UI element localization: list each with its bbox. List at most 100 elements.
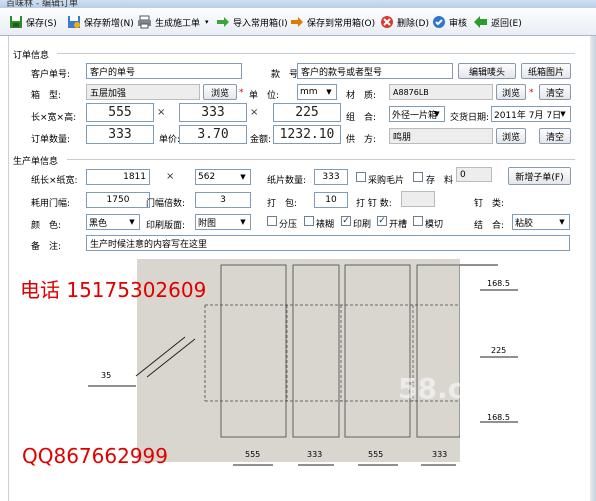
order-qty-input[interactable]: 333 <box>86 125 154 144</box>
supplier-browse-button[interactable]: 浏览 <box>496 128 526 144</box>
supplier-label: 供 方: <box>346 135 377 145</box>
glue-flap-dimension: 35 <box>101 371 112 380</box>
pack-label: 打 包: <box>267 199 298 209</box>
stock-label: 存 料 <box>426 176 454 186</box>
chevron-down-icon: ▼ <box>326 88 332 96</box>
delete-button[interactable]: 删除(D) <box>379 12 429 32</box>
chevron-down-icon: ▼ <box>240 173 246 181</box>
window-right-edge <box>590 36 596 501</box>
back-button[interactable]: 返回(E) <box>473 12 522 32</box>
new-sub-order-button[interactable]: 新增子单(F) <box>508 167 571 185</box>
material-clear-button[interactable]: 清空 <box>539 84 571 100</box>
stock-input[interactable]: 0 <box>456 167 492 182</box>
width-input[interactable]: 333 <box>179 103 247 122</box>
box-type-input[interactable]: 五层加强 <box>86 84 200 100</box>
edit-shipping-mark-button[interactable]: 编辑唛头 <box>458 63 516 79</box>
paper-length-input[interactable]: 1811 <box>86 169 150 185</box>
slotting-label: 开槽 <box>389 220 408 230</box>
height-input[interactable]: 225 <box>273 103 341 122</box>
combination-select[interactable]: 外径一片箱 ▼ <box>389 106 445 122</box>
delete-icon <box>379 15 394 30</box>
unit-price-label: 单价: <box>159 135 181 145</box>
production-section-title: 生产单信息 <box>13 157 59 167</box>
save-icon <box>8 15 23 30</box>
panel-dimension-2: 333 <box>307 450 323 459</box>
box-type-browse-button[interactable]: 浏览 <box>203 84 237 100</box>
required-star: * <box>239 88 244 98</box>
panel-dimension-4: 333 <box>432 450 448 459</box>
glue-mount-checkbox[interactable] <box>304 216 314 226</box>
customer-no-input[interactable]: 客户的单号 <box>86 63 242 79</box>
amount-input[interactable]: 1232.10 <box>273 125 341 144</box>
material-input[interactable]: A8876LB <box>389 84 493 100</box>
purchase-sheet-label: 采购毛片 <box>368 176 405 186</box>
door-width-input[interactable]: 1750 <box>86 192 150 208</box>
slotting-checkbox[interactable]: ✓ <box>377 216 387 226</box>
door-multiple-input[interactable]: 3 <box>195 192 251 208</box>
save-new-icon <box>66 15 81 30</box>
combination-label: 组 合: <box>346 113 377 123</box>
save-to-common-box-button[interactable]: 保存到常用箱(O) <box>289 12 375 32</box>
unit-label: 单 位: <box>249 91 280 101</box>
panel-dimension-3: 555 <box>368 450 384 459</box>
chevron-down-icon: ▼ <box>560 110 566 118</box>
chevron-down-icon: ▼ <box>434 110 440 118</box>
qq-overlay: QQ867662999 <box>22 444 169 468</box>
material-browse-button[interactable]: 浏览 <box>496 84 526 100</box>
bottom-flap-dimension: 168.5 <box>487 413 510 422</box>
style-no-input[interactable]: 客户的款号或者型号 <box>297 63 453 79</box>
times-sign: × <box>157 107 166 118</box>
unit-price-input[interactable]: 3.70 <box>179 125 247 144</box>
dimensions-label: 长×宽×高: <box>31 113 77 123</box>
chevron-down-icon: ▼ <box>240 218 246 226</box>
print-layout-label: 印刷版面: <box>146 221 186 231</box>
purchase-sheet-checkbox[interactable] <box>356 172 366 182</box>
pack-input[interactable]: 10 <box>314 192 348 208</box>
audit-button[interactable]: 审核 <box>431 12 467 32</box>
sheet-count-input[interactable]: 333 <box>314 169 348 185</box>
back-arrow-icon <box>473 15 488 30</box>
note-label: 备 注: <box>31 242 62 252</box>
save-new-button[interactable]: 保存新增(N) <box>66 12 134 32</box>
supplier-input[interactable]: 鸣朋 <box>389 128 493 144</box>
nail-count-input[interactable] <box>401 191 435 207</box>
join-label: 结 合: <box>474 221 505 231</box>
save-button[interactable]: 保存(S) <box>8 12 57 32</box>
split-checkbox[interactable] <box>267 216 277 226</box>
top-flap-dimension: 168.5 <box>487 279 510 288</box>
join-select[interactable]: 粘胶 ▼ <box>512 214 570 230</box>
print-checkbox[interactable]: ✓ <box>341 216 351 226</box>
required-star-2: * <box>529 88 534 98</box>
chevron-down-icon: ▼ <box>129 218 135 226</box>
audit-icon <box>431 15 446 30</box>
printer-icon <box>137 15 152 30</box>
times-sign-3: × <box>166 171 175 182</box>
die-cut-checkbox[interactable] <box>413 216 423 226</box>
order-section-divider <box>57 53 575 54</box>
import-common-box-button[interactable]: 导入常用箱(I) <box>215 12 288 32</box>
stock-checkbox[interactable] <box>413 172 423 182</box>
paper-width-select[interactable]: 562 ▼ <box>195 169 251 185</box>
order-qty-label: 订单数量: <box>31 135 71 145</box>
watermark: 58.com <box>398 372 513 405</box>
length-input[interactable]: 555 <box>86 103 154 122</box>
print-option-label: 印刷 <box>353 220 372 230</box>
height-dimension: 225 <box>491 346 507 355</box>
note-input[interactable]: 生产时候注意的内容写在这里 <box>86 235 570 251</box>
title-bar: 百味林 - 编辑订单 <box>0 0 596 8</box>
phone-overlay: 电话 15175302609 <box>20 278 207 302</box>
print-layout-select[interactable]: 附图 ▼ <box>195 214 251 230</box>
dropdown-arrow-icon: ▾ <box>205 18 209 26</box>
color-select[interactable]: 黑色 ▼ <box>86 214 140 230</box>
delivery-date-label: 交货日期: <box>450 113 490 123</box>
die-cut-label: 模切 <box>425 220 444 230</box>
toolbar: 保存(S) 保存新增(N) 生成施工单 ▾ 导入常用箱(I) 保存到常用箱(O)… <box>0 8 596 36</box>
material-label: 材 质: <box>346 91 377 101</box>
amount-label: 金额: <box>250 135 272 145</box>
generate-work-order-button[interactable]: 生成施工单 ▾ <box>137 12 209 32</box>
unit-select[interactable]: mm ▼ <box>297 84 337 100</box>
supplier-clear-button[interactable]: 清空 <box>539 128 571 144</box>
delivery-date-picker[interactable]: 2011年 7月 7日 ▼ <box>491 106 571 122</box>
carton-image-button[interactable]: 纸箱图片 <box>521 63 571 79</box>
paper-size-label: 纸长×纸宽: <box>31 176 78 186</box>
